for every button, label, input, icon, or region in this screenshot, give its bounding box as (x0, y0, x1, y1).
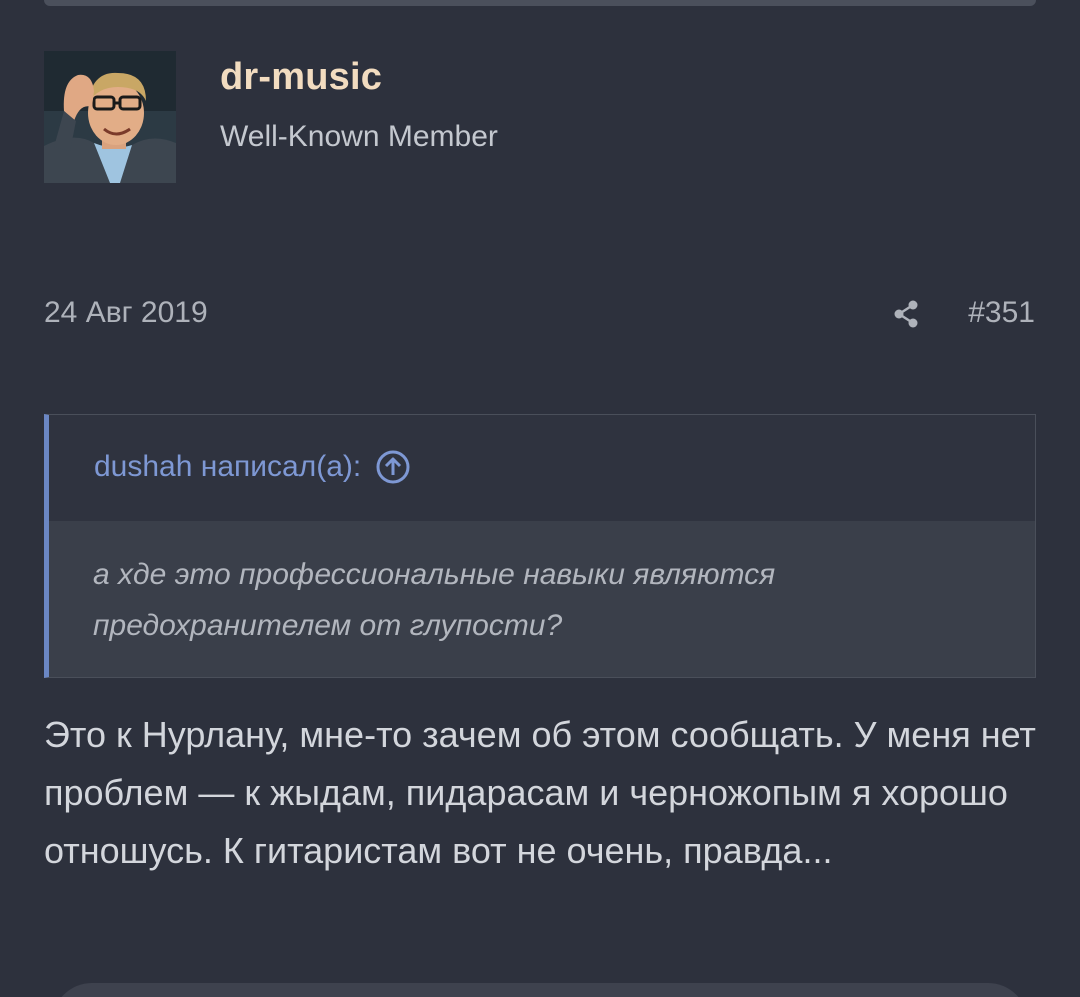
arrow-up-circle-icon[interactable] (375, 449, 411, 485)
quote-block: dushah написал(а): а хде это профессиона… (44, 414, 1036, 678)
share-icon[interactable] (890, 298, 922, 330)
post-message: Это к Нурлану, мне-то зачем об этом сооб… (44, 714, 1036, 871)
quote-author-label: dushah написал(а): (94, 450, 362, 483)
next-block-edge (52, 983, 1028, 997)
post-date-link[interactable]: 24 Авг 2019 (44, 296, 208, 330)
quote-text: а хде это профессиональные навыки являют… (93, 558, 776, 642)
user-title: Well-Known Member (220, 120, 498, 153)
username-link[interactable]: dr-music (220, 56, 382, 99)
previous-post-bottom-edge (44, 0, 1036, 6)
avatar[interactable] (44, 51, 176, 183)
quote-content: а хде это профессиональные навыки являют… (49, 521, 1035, 677)
post-number-link[interactable]: #351 (968, 296, 1035, 330)
quote-author-link[interactable]: dushah написал(а): (94, 449, 411, 485)
forum-post-page: dr-music Well-Known Member 24 Авг 2019 #… (0, 0, 1080, 997)
